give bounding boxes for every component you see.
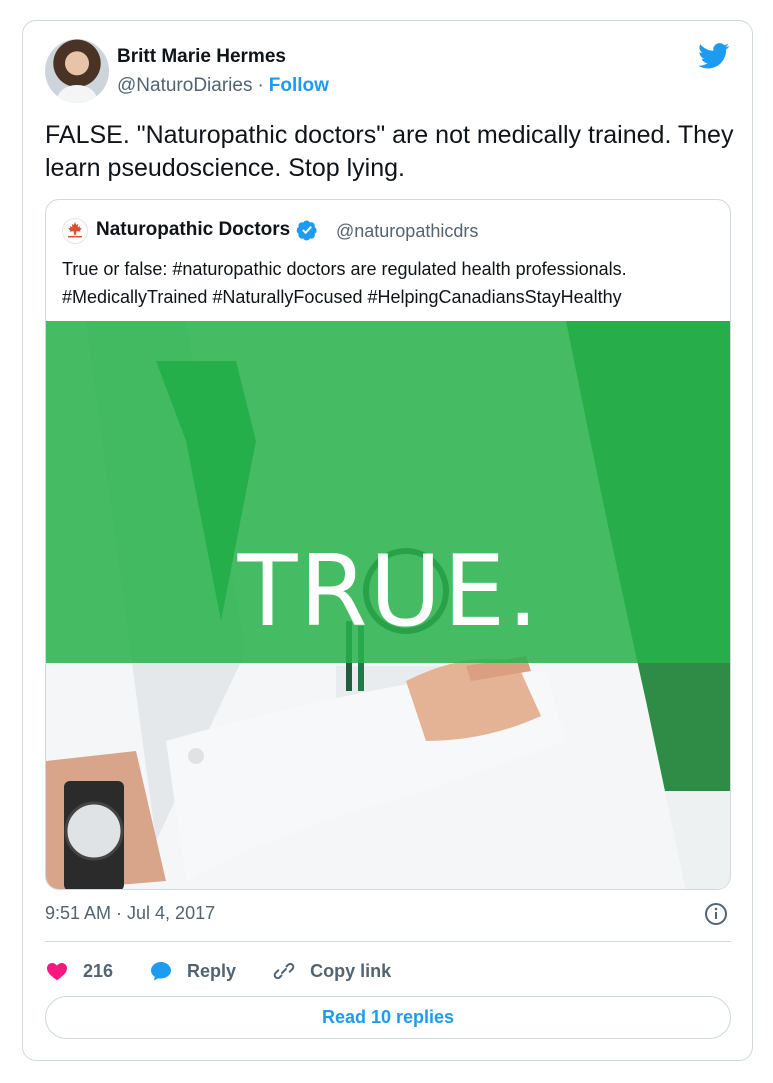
quoted-text-line-2: #MedicallyTrained #NaturallyFocused #Hel…	[62, 287, 622, 307]
info-icon[interactable]	[704, 902, 728, 926]
quoted-author-name[interactable]: Naturopathic Doctors	[96, 219, 290, 241]
heart-icon	[47, 963, 67, 981]
media-overlay-text: TRUE.	[237, 535, 541, 649]
quoted-tweet-text: True or false: #naturopathic doctors are…	[62, 255, 722, 311]
action-bar: 216 Reply Copy link	[45, 956, 427, 986]
speech-bubble-icon	[151, 962, 172, 981]
tweet-timestamp[interactable]: 9:51 AM · Jul 4, 2017	[45, 903, 215, 924]
embedded-tweet-card: Britt Marie Hermes @NaturoDiaries · Foll…	[22, 20, 753, 1061]
like-count: 216	[83, 960, 114, 981]
tweet-text: FALSE. "Naturopathic doctors" are not me…	[45, 121, 734, 182]
follow-link[interactable]: Follow	[269, 75, 329, 97]
author-name[interactable]: Britt Marie Hermes	[117, 46, 286, 68]
maple-leaf-logo-icon	[68, 222, 82, 238]
quoted-author-handle[interactable]: @naturopathicdrs	[336, 221, 478, 242]
read-replies-button[interactable]: Read 10 replies	[45, 996, 731, 1039]
quoted-author-avatar[interactable]	[62, 218, 88, 244]
quoted-text-line-1: True or false: #naturopathic doctors are…	[62, 259, 627, 279]
link-icon	[273, 962, 295, 980]
quoted-tweet[interactable]: Naturopathic Doctors @naturopathicdrs Tr…	[45, 199, 731, 890]
reply-label: Reply	[187, 960, 237, 981]
reply-button[interactable]: Reply	[149, 959, 236, 983]
divider	[45, 941, 731, 942]
copy-link-label: Copy link	[310, 960, 392, 981]
separator-dot: ·	[257, 75, 264, 96]
like-button[interactable]: 216	[45, 959, 113, 983]
author-avatar[interactable]	[45, 39, 109, 103]
copy-link-button[interactable]: Copy link	[272, 959, 391, 983]
twitter-bird-icon[interactable]	[698, 43, 730, 69]
quoted-author-name-row: Naturopathic Doctors	[96, 219, 318, 241]
author-handle-line: @NaturoDiaries · Follow	[117, 75, 329, 97]
author-handle[interactable]: @NaturoDiaries	[117, 75, 252, 97]
quoted-tweet-image[interactable]: TRUE.	[46, 321, 730, 889]
verified-badge-icon	[296, 220, 317, 241]
